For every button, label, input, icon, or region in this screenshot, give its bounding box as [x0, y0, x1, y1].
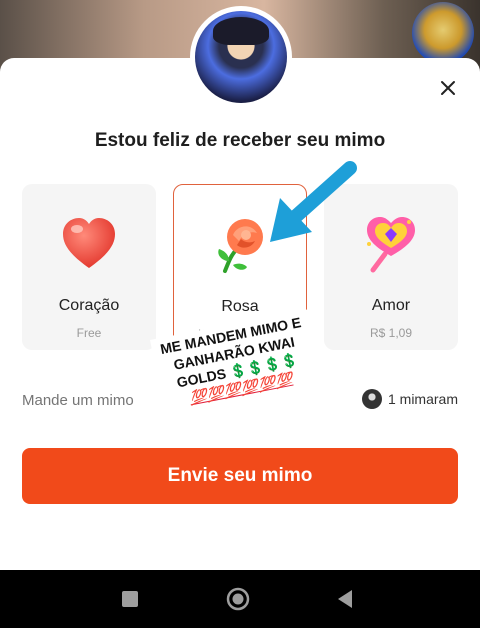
send-gift-button[interactable]: Envie seu mimo — [22, 448, 458, 504]
gift-card-coracao[interactable]: Coração Free — [22, 184, 156, 350]
givers-count: 1 mimaram — [387, 391, 458, 407]
giver-avatar — [361, 389, 382, 409]
sheet-title: Estou feliz de receber seu mimo — [94, 130, 386, 151]
heart-icon — [63, 218, 115, 268]
avatar-image — [195, 11, 287, 103]
givers-indicator[interactable]: 1 mimaram — [361, 389, 458, 409]
close-icon — [441, 81, 455, 95]
gift-name: Amor — [371, 297, 411, 314]
background-badge-image — [412, 2, 474, 64]
heart-wand-icon — [367, 217, 415, 273]
gift-price: Free — [76, 326, 102, 340]
back-button[interactable] — [334, 587, 358, 611]
square-icon — [122, 591, 138, 607]
close-button[interactable] — [436, 76, 460, 100]
home-button[interactable] — [226, 587, 250, 611]
gift-price: R$ 1,09 — [369, 326, 413, 340]
recent-apps-button[interactable] — [118, 587, 142, 611]
triangle-back-icon — [338, 590, 352, 608]
gift-name: Coração — [58, 297, 120, 314]
blue-arrow-overlay — [270, 161, 357, 242]
circle-icon — [226, 587, 250, 611]
android-nav-bar — [0, 570, 480, 628]
message-input[interactable] — [22, 392, 172, 409]
streamer-avatar[interactable] — [190, 6, 292, 108]
